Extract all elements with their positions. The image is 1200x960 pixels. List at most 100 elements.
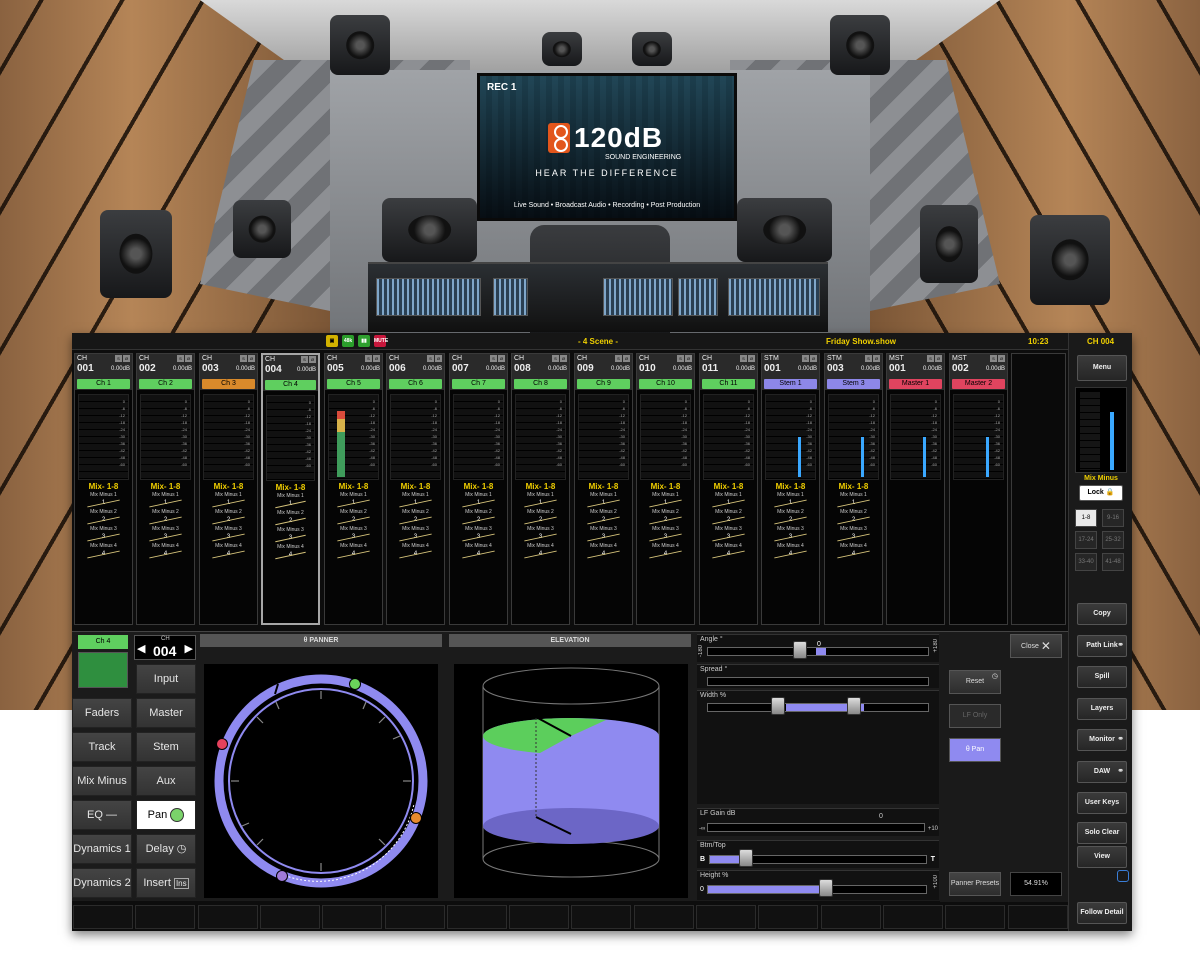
view-button[interactable]: View bbox=[1077, 846, 1127, 868]
mix-minus-level[interactable]: 1 bbox=[137, 500, 194, 508]
monitor-button[interactable]: Monitor ⚭ bbox=[1077, 729, 1127, 751]
angle-slider[interactable] bbox=[707, 647, 929, 656]
phase-icon[interactable]: Ø bbox=[748, 355, 755, 362]
solo-icon[interactable]: S bbox=[615, 355, 622, 362]
channel-strip[interactable]: MST 002 0.00dB S Ø Master 2 0 -6 -12 -18 -24 -30 -36… bbox=[949, 353, 1008, 625]
softkey-slot[interactable] bbox=[1007, 905, 1068, 929]
mix-minus-level[interactable]: 4 bbox=[387, 551, 444, 559]
channel-strip[interactable]: CH 006 0.00dB S Ø Ch 6 0 -6 -12 -18 -24 -30 -36 -42 -4… bbox=[386, 353, 445, 625]
phase-icon[interactable]: Ø bbox=[685, 355, 692, 362]
pan-button[interactable]: Pan bbox=[136, 800, 196, 830]
solo-icon[interactable]: S bbox=[427, 355, 434, 362]
reset-button[interactable]: Reset ◷ bbox=[949, 670, 1001, 694]
softkey-slot[interactable] bbox=[882, 905, 943, 929]
prev-channel-icon[interactable]: ◀ bbox=[137, 642, 145, 655]
strip-header[interactable]: CH 008 0.00dB S Ø Ch 8 bbox=[512, 354, 569, 390]
strip-header[interactable]: CH 011 0.00dB S Ø Ch 11 bbox=[700, 354, 757, 390]
mix-minus-level[interactable]: 2 bbox=[325, 517, 382, 525]
mix-minus-level[interactable]: 2 bbox=[637, 517, 694, 525]
phase-icon[interactable]: Ø bbox=[623, 355, 630, 362]
bank-25-32[interactable]: 25-32 bbox=[1102, 531, 1124, 549]
mix-minus-level[interactable]: 3 bbox=[575, 534, 632, 542]
strip-header[interactable]: CH 005 0.00dB S Ø Ch 5 bbox=[325, 354, 382, 390]
spill-button[interactable]: Spill bbox=[1077, 666, 1127, 688]
strip-header[interactable]: CH 007 0.00dB S Ø Ch 7 bbox=[450, 354, 507, 390]
strip-header[interactable]: CH 001 0.00dB S Ø Ch 1 bbox=[75, 354, 132, 390]
solo-icon[interactable]: S bbox=[677, 355, 684, 362]
delay-button[interactable]: Delay ◷ bbox=[136, 834, 196, 864]
mix-minus-level[interactable]: 4 bbox=[762, 551, 819, 559]
height-thumb[interactable] bbox=[819, 879, 833, 897]
phase-icon[interactable]: Ø bbox=[810, 355, 817, 362]
scene-name[interactable]: - 4 Scene - bbox=[578, 337, 618, 346]
btm-top-thumb[interactable] bbox=[739, 849, 753, 867]
solo-icon[interactable]: S bbox=[990, 355, 997, 362]
bank-17-24[interactable]: 17-24 bbox=[1075, 531, 1097, 549]
strip-header[interactable]: CH 006 0.00dB S Ø Ch 6 bbox=[387, 354, 444, 390]
channel-strip[interactable]: CH 008 0.00dB S Ø Ch 8 0 -6 -12 -18 -24 -30 -36 -42 -4… bbox=[511, 353, 570, 625]
width-thumb-right[interactable] bbox=[847, 697, 861, 715]
path-link-button[interactable]: Path Link ⚭ bbox=[1077, 635, 1127, 657]
mix-minus-level[interactable]: 1 bbox=[75, 500, 132, 508]
layers-button[interactable]: Layers bbox=[1077, 698, 1127, 720]
channel-strip[interactable]: STM 001 0.00dB S Ø Stem 1 0 -6 -12 -18 -24 -30 -36 -4… bbox=[761, 353, 820, 625]
next-channel-icon[interactable]: ▶ bbox=[185, 642, 193, 655]
dynamics-1-button[interactable]: Dynamics 1 bbox=[72, 834, 132, 864]
mix-minus-level[interactable]: 4 bbox=[200, 551, 257, 559]
panner-presets-button[interactable]: Panner Presets bbox=[949, 872, 1001, 896]
spread-slider[interactable] bbox=[707, 677, 929, 686]
solo-icon[interactable]: S bbox=[740, 355, 747, 362]
solo-icon[interactable]: S bbox=[865, 355, 872, 362]
channel-strip[interactable]: CH 002 0.00dB S Ø Ch 2 0 -6 -12 -18 -24 -30 -36 -42 -4… bbox=[136, 353, 195, 625]
mix-minus-level[interactable]: 3 bbox=[700, 534, 757, 542]
strip-header[interactable]: MST 001 0.00dB S Ø Master 1 bbox=[887, 354, 944, 390]
mix-minus-level[interactable]: 3 bbox=[637, 534, 694, 542]
mix-minus-level[interactable]: 2 bbox=[200, 517, 257, 525]
mix-minus-level[interactable]: 4 bbox=[325, 551, 382, 559]
mix-minus-level[interactable]: 2 bbox=[700, 517, 757, 525]
mix-minus-level[interactable]: 1 bbox=[762, 500, 819, 508]
strip-header[interactable]: CH 009 0.00dB S Ø Ch 9 bbox=[575, 354, 632, 390]
mix-minus-level[interactable]: 4 bbox=[637, 551, 694, 559]
strip-header[interactable]: CH 010 0.00dB S Ø Ch 10 bbox=[637, 354, 694, 390]
input-button[interactable]: Input bbox=[136, 664, 196, 694]
mix-minus-level[interactable]: 4 bbox=[575, 551, 632, 559]
insert-button[interactable]: Insert Ins bbox=[136, 868, 196, 898]
mix-minus-level[interactable]: 3 bbox=[825, 534, 882, 542]
phase-icon[interactable]: Ø bbox=[998, 355, 1005, 362]
solo-icon[interactable]: S bbox=[115, 355, 122, 362]
bank-1-8[interactable]: 1-8 bbox=[1075, 509, 1097, 527]
softkey-slot[interactable] bbox=[446, 905, 507, 929]
phase-icon[interactable]: Ø bbox=[309, 356, 316, 363]
channel-strip[interactable]: CH 005 0.00dB S Ø Ch 5 0 -6 -12 -18 -24 -30 -36 -42 -4… bbox=[324, 353, 383, 625]
softkey-slot[interactable] bbox=[384, 905, 445, 929]
solo-icon[interactable]: S bbox=[552, 355, 559, 362]
mix-minus-level[interactable]: 3 bbox=[512, 534, 569, 542]
mix-minus-level[interactable]: 3 bbox=[325, 534, 382, 542]
strip-header[interactable]: CH 002 0.00dB S Ø Ch 2 bbox=[137, 354, 194, 390]
softkey-slot[interactable] bbox=[73, 905, 133, 929]
mix-minus-level[interactable]: 2 bbox=[450, 517, 507, 525]
mix-minus-level[interactable]: 3 bbox=[200, 534, 257, 542]
theta-panner-canvas[interactable] bbox=[204, 664, 438, 898]
mix-minus-level[interactable]: 1 bbox=[325, 500, 382, 508]
follow-detail-button[interactable]: Follow Detail bbox=[1077, 902, 1127, 924]
mix-minus-level[interactable]: 2 bbox=[387, 517, 444, 525]
mix-minus-level[interactable]: 2 bbox=[512, 517, 569, 525]
mix-minus-level[interactable]: 4 bbox=[75, 551, 132, 559]
elevation-canvas[interactable] bbox=[454, 664, 688, 898]
softkey-slot[interactable] bbox=[571, 905, 632, 929]
phase-icon[interactable]: Ø bbox=[498, 355, 505, 362]
close-button[interactable]: Close ✕ bbox=[1010, 634, 1062, 658]
strip-header[interactable]: MST 002 0.00dB S Ø Master 2 bbox=[950, 354, 1007, 390]
height-slider[interactable] bbox=[707, 885, 927, 894]
bank-41-48[interactable]: 41-48 bbox=[1102, 553, 1124, 571]
solo-icon[interactable]: S bbox=[240, 355, 247, 362]
mix-minus-level[interactable]: 1 bbox=[263, 501, 318, 509]
mix-minus-level[interactable]: 4 bbox=[825, 551, 882, 559]
phase-icon[interactable]: Ø bbox=[248, 355, 255, 362]
speaker-handle-purple[interactable] bbox=[276, 870, 288, 882]
solo-clear-button[interactable]: Solo Clear bbox=[1077, 822, 1127, 844]
solo-icon[interactable]: S bbox=[802, 355, 809, 362]
channel-strip[interactable]: CH 011 0.00dB S Ø Ch 11 0 -6 -12 -18 -24 -30 -36 -42-… bbox=[699, 353, 758, 625]
